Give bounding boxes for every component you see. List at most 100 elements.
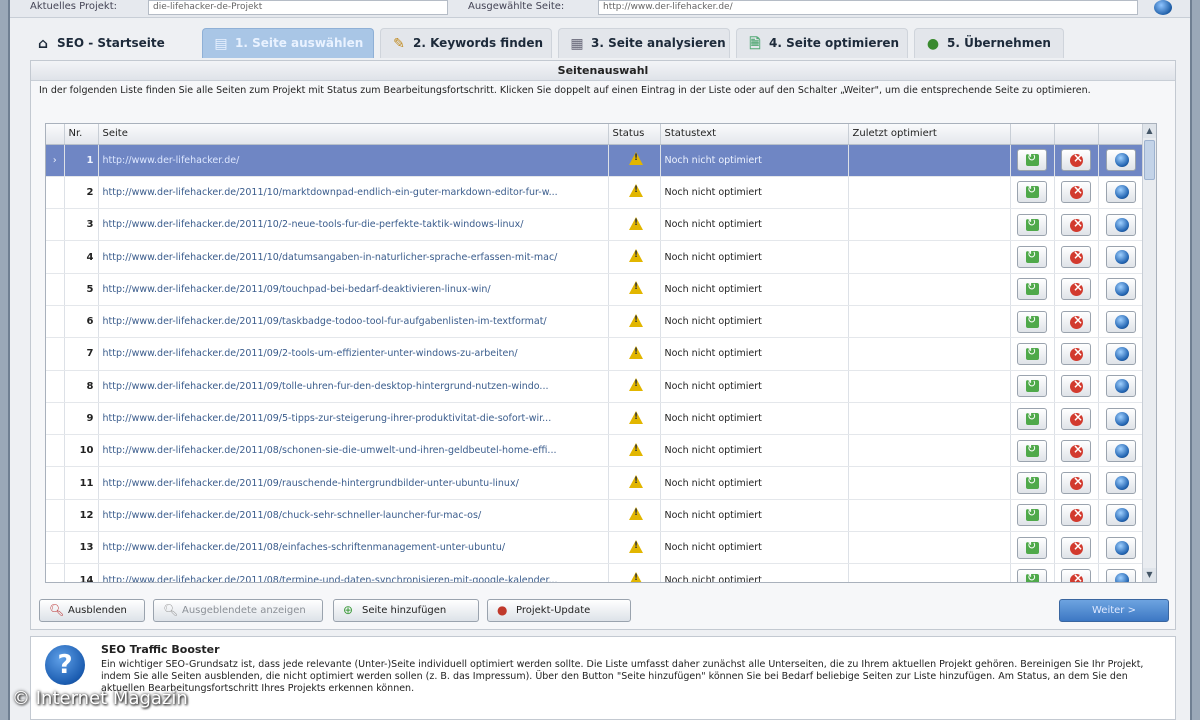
header-zuletzt[interactable]: Zuletzt optimiert — [848, 124, 1011, 145]
hide-row-button[interactable] — [1061, 439, 1091, 462]
row-selector[interactable] — [46, 273, 65, 306]
row-selector[interactable] — [46, 531, 65, 565]
row-selector[interactable]: › — [46, 144, 65, 177]
optimize-button[interactable] — [1017, 569, 1047, 582]
table-row[interactable]: ›1http://www.der-lifehacker.de/Noch nich… — [46, 144, 1145, 177]
open-in-browser-button[interactable] — [1106, 375, 1136, 398]
hide-row-button[interactable] — [1061, 536, 1091, 559]
table-row[interactable]: 7 http://www.der-lifehacker.de/2011/09/2-… — [46, 337, 1145, 371]
next-button[interactable]: Weiter > — [1059, 599, 1169, 622]
table-row[interactable]: 2 http://www.der-lifehacker.de/2011/10/ma… — [46, 176, 1145, 210]
table-row[interactable]: 11 http://www.der-lifehacker.de/2011/09/r… — [46, 466, 1145, 500]
row-selector[interactable] — [46, 402, 65, 436]
cell-url[interactable]: http://www.der-lifehacker.de/2011/08/sch… — [98, 434, 609, 468]
optimize-button[interactable] — [1017, 439, 1047, 462]
hide-row-button[interactable] — [1061, 246, 1091, 269]
optimize-button[interactable] — [1017, 472, 1047, 495]
open-in-browser-button[interactable] — [1106, 181, 1136, 204]
table-row[interactable]: 9 http://www.der-lifehacker.de/2011/09/5-… — [46, 402, 1145, 436]
hide-row-button[interactable] — [1061, 342, 1091, 365]
cell-url[interactable]: http://www.der-lifehacker.de/2011/09/2-t… — [98, 337, 609, 371]
scroll-down-icon[interactable]: ▼ — [1143, 568, 1156, 582]
header-statustext[interactable]: Statustext — [660, 124, 849, 145]
table-row[interactable]: 8 http://www.der-lifehacker.de/2011/09/to… — [46, 370, 1145, 403]
cell-url[interactable]: http://www.der-lifehacker.de/2011/09/tou… — [98, 273, 609, 306]
table-row[interactable]: 5 http://www.der-lifehacker.de/2011/09/to… — [46, 273, 1145, 306]
cell-url[interactable]: http://www.der-lifehacker.de/2011/10/dat… — [98, 240, 609, 274]
row-selector[interactable] — [46, 434, 65, 468]
tab-seite-optimieren[interactable]: 🗎 4. Seite optimieren — [736, 28, 908, 58]
optimize-button[interactable] — [1017, 181, 1047, 204]
table-row[interactable]: 3 http://www.der-lifehacker.de/2011/10/2-… — [46, 208, 1145, 242]
optimize-button[interactable] — [1017, 278, 1047, 301]
hide-row-button[interactable] — [1061, 149, 1091, 172]
hide-row-button[interactable] — [1061, 569, 1091, 582]
row-selector[interactable] — [46, 563, 65, 582]
tab-seite-analysieren[interactable]: ▦ 3. Seite analysieren — [558, 28, 730, 58]
tab-seite-auswaehlen[interactable]: ▤ 1. Seite auswählen — [202, 28, 374, 58]
hide-row-button[interactable] — [1061, 181, 1091, 204]
cell-url[interactable]: http://www.der-lifehacker.de/2011/08/chu… — [98, 499, 609, 533]
table-row[interactable]: 10 http://www.der-lifehacker.de/2011/08/s… — [46, 434, 1145, 468]
cell-url[interactable]: http://www.der-lifehacker.de/2011/09/tas… — [98, 305, 609, 339]
header-seite[interactable]: Seite — [98, 124, 609, 145]
hide-row-button[interactable] — [1061, 213, 1091, 236]
scroll-up-icon[interactable]: ▲ — [1143, 124, 1156, 138]
scroll-thumb[interactable] — [1144, 140, 1155, 180]
optimize-button[interactable] — [1017, 310, 1047, 333]
optimize-button[interactable] — [1017, 246, 1047, 269]
open-in-browser-button[interactable] — [1106, 149, 1136, 172]
cell-url[interactable]: http://www.der-lifehacker.de/2011/09/5-t… — [98, 402, 609, 436]
open-in-browser-button[interactable] — [1106, 310, 1136, 333]
header-nr[interactable]: Nr. — [64, 124, 99, 145]
open-in-browser-button[interactable] — [1106, 407, 1136, 430]
hide-row-button[interactable] — [1061, 504, 1091, 527]
row-selector[interactable] — [46, 337, 65, 371]
table-row[interactable]: 14 http://www.der-lifehacker.de/2011/08/t… — [46, 563, 1145, 582]
open-in-browser-button[interactable] — [1106, 569, 1136, 582]
cell-url[interactable]: http://www.der-lifehacker.de/2011/10/mar… — [98, 176, 609, 210]
header-status[interactable]: Status — [608, 124, 661, 145]
cell-url[interactable]: http://www.der-lifehacker.de/2011/08/ein… — [98, 531, 609, 565]
cell-url[interactable]: http://www.der-lifehacker.de/2011/08/ter… — [98, 563, 609, 582]
hide-row-button[interactable] — [1061, 310, 1091, 333]
optimize-button[interactable] — [1017, 407, 1047, 430]
cell-url[interactable]: http://www.der-lifehacker.de/ — [98, 144, 609, 177]
cell-url[interactable]: http://www.der-lifehacker.de/2011/10/2-n… — [98, 208, 609, 242]
optimize-button[interactable] — [1017, 149, 1047, 172]
show-hidden-button[interactable]: 🔍︎ Ausgeblendete anzeigen — [153, 599, 323, 622]
optimize-button[interactable] — [1017, 342, 1047, 365]
add-page-button[interactable]: ⊕ Seite hinzufügen — [333, 599, 479, 622]
table-row[interactable]: 4 http://www.der-lifehacker.de/2011/10/da… — [46, 240, 1145, 274]
globe-icon[interactable] — [1154, 0, 1172, 15]
open-in-browser-button[interactable] — [1106, 472, 1136, 495]
table-row[interactable]: 12 http://www.der-lifehacker.de/2011/08/c… — [46, 499, 1145, 533]
open-in-browser-button[interactable] — [1106, 246, 1136, 269]
cell-url[interactable]: http://www.der-lifehacker.de/2011/09/tol… — [98, 370, 609, 403]
optimize-button[interactable] — [1017, 213, 1047, 236]
row-selector[interactable] — [46, 370, 65, 403]
page-field[interactable]: http://www.der-lifehacker.de/ — [598, 0, 1138, 15]
project-field[interactable]: die-lifehacker-de-Projekt — [148, 0, 448, 15]
row-selector[interactable] — [46, 305, 65, 339]
open-in-browser-button[interactable] — [1106, 439, 1136, 462]
table-row[interactable]: 6 http://www.der-lifehacker.de/2011/09/ta… — [46, 305, 1145, 339]
hide-row-button[interactable] — [1061, 407, 1091, 430]
cell-url[interactable]: http://www.der-lifehacker.de/2011/09/rau… — [98, 466, 609, 500]
hide-row-button[interactable] — [1061, 472, 1091, 495]
open-in-browser-button[interactable] — [1106, 278, 1136, 301]
vertical-scrollbar[interactable]: ▲ ▼ — [1142, 124, 1156, 582]
optimize-button[interactable] — [1017, 375, 1047, 398]
row-selector[interactable] — [46, 208, 65, 242]
table-row[interactable]: 13 http://www.der-lifehacker.de/2011/08/e… — [46, 531, 1145, 565]
project-update-button[interactable]: ● Projekt-Update — [487, 599, 631, 622]
tab-seo-startseite[interactable]: ⌂ SEO - Startseite — [24, 28, 194, 58]
open-in-browser-button[interactable] — [1106, 504, 1136, 527]
row-selector[interactable] — [46, 176, 65, 210]
open-in-browser-button[interactable] — [1106, 213, 1136, 236]
open-in-browser-button[interactable] — [1106, 536, 1136, 559]
optimize-button[interactable] — [1017, 504, 1047, 527]
row-selector[interactable] — [46, 499, 65, 533]
tab-keywords-finden[interactable]: ✎ 2. Keywords finden — [380, 28, 552, 58]
open-in-browser-button[interactable] — [1106, 342, 1136, 365]
